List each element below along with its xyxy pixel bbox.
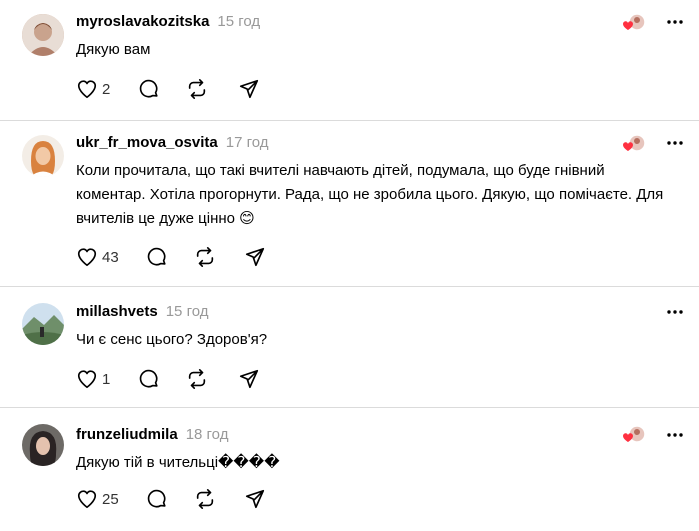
comment-icon bbox=[147, 247, 166, 266]
share-button[interactable] bbox=[244, 488, 266, 510]
more-icon[interactable] bbox=[665, 12, 685, 32]
comment-button[interactable] bbox=[146, 488, 168, 510]
repost-button[interactable] bbox=[186, 78, 208, 100]
share-icon bbox=[245, 489, 265, 509]
repost-icon bbox=[188, 79, 206, 99]
comment-text: Чи є сенс цього? Здоров'я? bbox=[76, 331, 268, 348]
username[interactable]: ukr_fr_mova_osvita 17 год bbox=[76, 133, 269, 153]
timestamp: 18 год bbox=[185, 426, 229, 443]
comment-icon bbox=[139, 79, 158, 98]
repost-icon bbox=[188, 369, 206, 389]
avatar[interactable] bbox=[22, 303, 64, 345]
comment-text: Коли прочитала, що такі вчителі навчають… bbox=[76, 162, 664, 227]
repost-icon bbox=[196, 489, 214, 509]
timestamp: 15 год bbox=[165, 303, 209, 320]
more-icon[interactable] bbox=[665, 425, 685, 445]
repost-button[interactable] bbox=[194, 488, 216, 510]
liked-by-author-icon bbox=[620, 424, 650, 446]
comment-button[interactable] bbox=[138, 78, 160, 100]
liked-by-author-icon bbox=[620, 12, 650, 34]
comment-item: millashvets 15 год Чи є сенс цього? Здоро… bbox=[0, 287, 699, 407]
heart-icon bbox=[77, 248, 97, 267]
like-button[interactable]: 43 bbox=[76, 246, 119, 268]
like-count: 2 bbox=[102, 80, 111, 98]
avatar[interactable] bbox=[22, 424, 64, 466]
heart-icon bbox=[77, 370, 97, 389]
heart-icon bbox=[77, 490, 97, 509]
comment-button[interactable] bbox=[146, 246, 168, 268]
like-button[interactable]: 25 bbox=[76, 488, 119, 510]
timestamp: 15 год bbox=[217, 13, 261, 30]
comment-item: myroslavakozitska 15 год Дякую вам 2 bbox=[0, 0, 699, 120]
share-button[interactable] bbox=[244, 246, 266, 268]
like-button[interactable]: 1 bbox=[76, 368, 110, 390]
share-button[interactable] bbox=[238, 368, 260, 390]
like-count: 25 bbox=[102, 490, 119, 508]
like-count: 43 bbox=[102, 248, 119, 266]
comment-item: frunzeliudmila 18 год Дякую тій в чительц… bbox=[0, 408, 699, 531]
comment-icon bbox=[139, 369, 158, 388]
heart-icon bbox=[77, 80, 97, 99]
comment-item: ukr_fr_mova_osvita 17 год Коли прочитала,… bbox=[0, 121, 699, 286]
username[interactable]: myroslavakozitska 15 год bbox=[76, 12, 260, 32]
repost-button[interactable] bbox=[186, 368, 208, 390]
comment-button[interactable] bbox=[138, 368, 160, 390]
share-icon bbox=[239, 369, 259, 389]
comment-icon bbox=[147, 489, 166, 508]
like-button[interactable]: 2 bbox=[76, 78, 110, 100]
username[interactable]: millashvets 15 год bbox=[76, 302, 208, 322]
liked-by-author-icon bbox=[620, 133, 650, 155]
repost-button[interactable] bbox=[194, 246, 216, 268]
avatar[interactable] bbox=[22, 14, 64, 56]
avatar[interactable] bbox=[22, 135, 64, 177]
more-icon[interactable] bbox=[665, 302, 685, 322]
comment-text: Дякую вам bbox=[76, 41, 151, 58]
share-icon bbox=[245, 247, 265, 267]
repost-icon bbox=[196, 247, 214, 267]
more-icon[interactable] bbox=[665, 133, 685, 153]
share-button[interactable] bbox=[238, 78, 260, 100]
comment-text: Дякую тій в чительці���� bbox=[76, 454, 280, 471]
timestamp: 17 год bbox=[225, 134, 269, 151]
like-count: 1 bbox=[102, 370, 111, 388]
username[interactable]: frunzeliudmila 18 год bbox=[76, 425, 228, 445]
share-icon bbox=[239, 79, 259, 99]
